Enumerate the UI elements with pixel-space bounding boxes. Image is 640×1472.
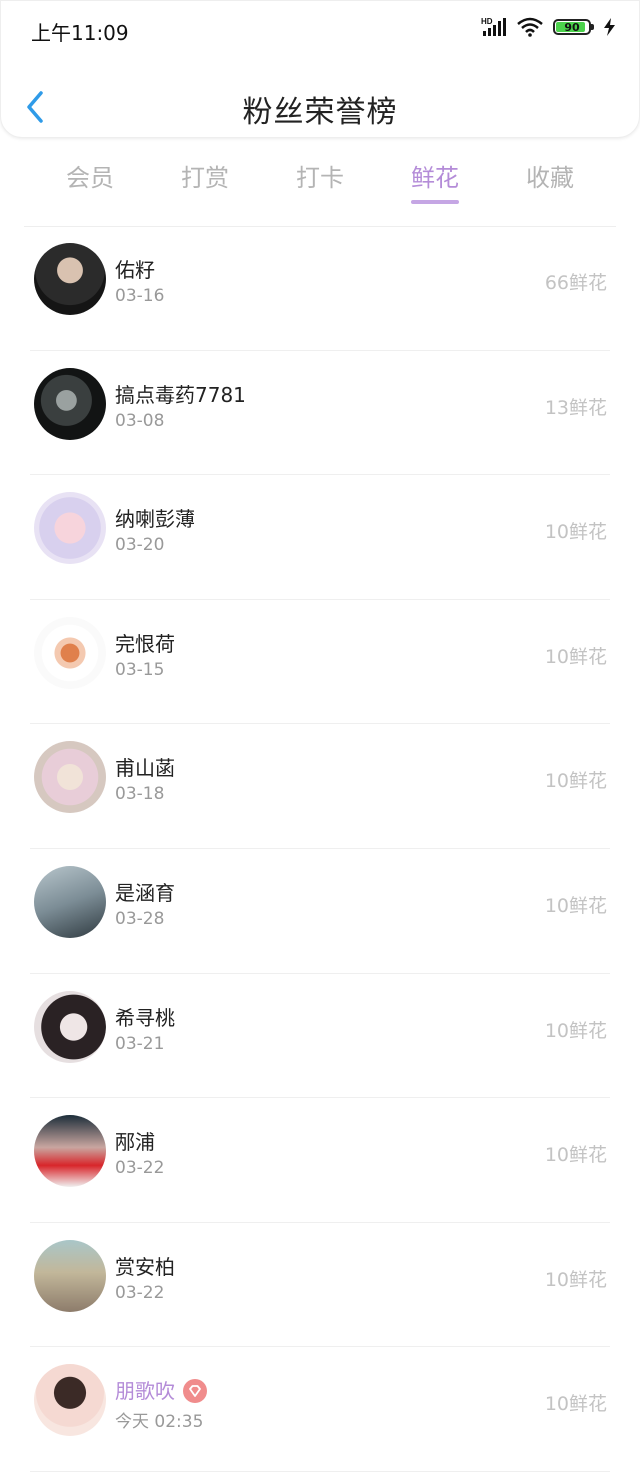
avatar[interactable] bbox=[34, 1115, 106, 1188]
avatar[interactable] bbox=[34, 243, 106, 315]
fan-date: 03-15 bbox=[115, 659, 165, 680]
fan-name[interactable]: 赏安柏 bbox=[115, 1251, 175, 1280]
fan-name[interactable]: 邴浦 bbox=[115, 1126, 155, 1155]
avatar[interactable] bbox=[34, 616, 106, 689]
status-time: 上午11:09 bbox=[31, 21, 129, 45]
fan-date: 03-22 bbox=[115, 1282, 165, 1303]
avatar[interactable] bbox=[34, 990, 106, 1063]
avatar[interactable] bbox=[34, 492, 106, 565]
fan-name[interactable]: 完恨荷 bbox=[115, 628, 175, 657]
status-icons: HD 90 bbox=[481, 17, 619, 37]
battery-level: 90 bbox=[564, 20, 580, 34]
flower-count: 66鲜花 bbox=[544, 272, 607, 294]
avatar[interactable] bbox=[34, 367, 106, 440]
avatar[interactable] bbox=[34, 741, 106, 814]
fan-date: 03-08 bbox=[115, 410, 165, 431]
vip-badge-icon bbox=[183, 1378, 207, 1403]
fan-name-text: 朋歌吹 bbox=[115, 1379, 175, 1404]
fan-name[interactable]: 甫山菡 bbox=[115, 752, 175, 781]
fan-date: 03-28 bbox=[115, 908, 165, 929]
flower-count: 10鲜花 bbox=[544, 1268, 607, 1291]
list-item[interactable]: 佑籽 03-16 66鲜花 bbox=[0, 226, 640, 351]
fan-name[interactable]: 搞点毒药7781 bbox=[115, 379, 246, 408]
battery-icon: 90 bbox=[553, 19, 594, 35]
list-item[interactable]: 甫山菡 03-18 10鲜花 bbox=[0, 724, 640, 849]
flower-count: 10鲜花 bbox=[544, 770, 607, 793]
fan-name[interactable]: 纳喇彭薄 bbox=[115, 503, 195, 532]
tab-bar: 会员 打赏 打卡 鲜花 收藏 bbox=[0, 138, 640, 218]
fan-list: 佑籽 03-16 66鲜花 搞点毒药7781 03-08 13鲜花 纳喇彭薄 0… bbox=[0, 226, 640, 1472]
fan-date: 03-16 bbox=[115, 286, 165, 306]
signal-icon: HD bbox=[481, 17, 506, 36]
wifi-icon bbox=[517, 17, 543, 37]
list-item[interactable]: 纳喇彭薄 03-20 10鲜花 bbox=[0, 475, 640, 600]
flower-count: 10鲜花 bbox=[544, 645, 607, 668]
flower-count: 13鲜花 bbox=[544, 396, 607, 419]
flower-count: 10鲜花 bbox=[544, 1393, 607, 1416]
header-bar: 上午11:09 HD 90 粉丝荣誉榜 bbox=[0, 0, 640, 138]
charging-icon bbox=[604, 18, 615, 36]
tab-checkin[interactable]: 打卡 bbox=[270, 158, 370, 193]
fan-name[interactable]: 是涵育 bbox=[115, 877, 175, 906]
tab-favorites[interactable]: 收藏 bbox=[500, 158, 600, 193]
fan-name[interactable]: 朋歌吹 bbox=[115, 1375, 207, 1405]
fan-name[interactable]: 希寻桃 bbox=[115, 1002, 175, 1031]
list-item[interactable]: 完恨荷 03-15 10鲜花 bbox=[0, 600, 640, 725]
flower-count: 10鲜花 bbox=[544, 521, 607, 544]
tab-member[interactable]: 会员 bbox=[40, 158, 140, 193]
fan-date: 03-22 bbox=[115, 1158, 165, 1179]
flower-count: 10鲜花 bbox=[544, 1144, 607, 1167]
list-item[interactable]: 邴浦 03-22 10鲜花 bbox=[0, 1098, 640, 1223]
list-item[interactable]: 赏安柏 03-22 10鲜花 bbox=[0, 1223, 640, 1348]
fan-name[interactable]: 佑籽 bbox=[115, 254, 155, 283]
avatar[interactable] bbox=[34, 865, 106, 938]
hd-label: HD bbox=[481, 17, 493, 26]
fan-date: 03-18 bbox=[115, 784, 165, 805]
list-item[interactable]: 搞点毒药7781 03-08 13鲜花 bbox=[0, 351, 640, 476]
tab-flowers[interactable]: 鲜花 bbox=[385, 158, 485, 193]
list-item[interactable]: 朋歌吹 今天 02:35 10鲜花 bbox=[0, 1347, 640, 1472]
list-item[interactable]: 是涵育 03-28 10鲜花 bbox=[0, 849, 640, 974]
flower-count: 10鲜花 bbox=[544, 1019, 607, 1042]
avatar[interactable] bbox=[34, 1364, 106, 1437]
page-title: 粉丝荣誉榜 bbox=[242, 95, 398, 130]
flower-count: 10鲜花 bbox=[544, 894, 607, 917]
fan-date: 03-20 bbox=[115, 535, 165, 556]
fan-date: 03-21 bbox=[115, 1033, 165, 1054]
tab-reward[interactable]: 打赏 bbox=[155, 158, 255, 193]
fan-date: 今天 02:35 bbox=[115, 1412, 204, 1433]
active-tab-indicator bbox=[411, 200, 459, 204]
avatar[interactable] bbox=[34, 1239, 106, 1312]
list-item[interactable]: 希寻桃 03-21 10鲜花 bbox=[0, 974, 640, 1099]
